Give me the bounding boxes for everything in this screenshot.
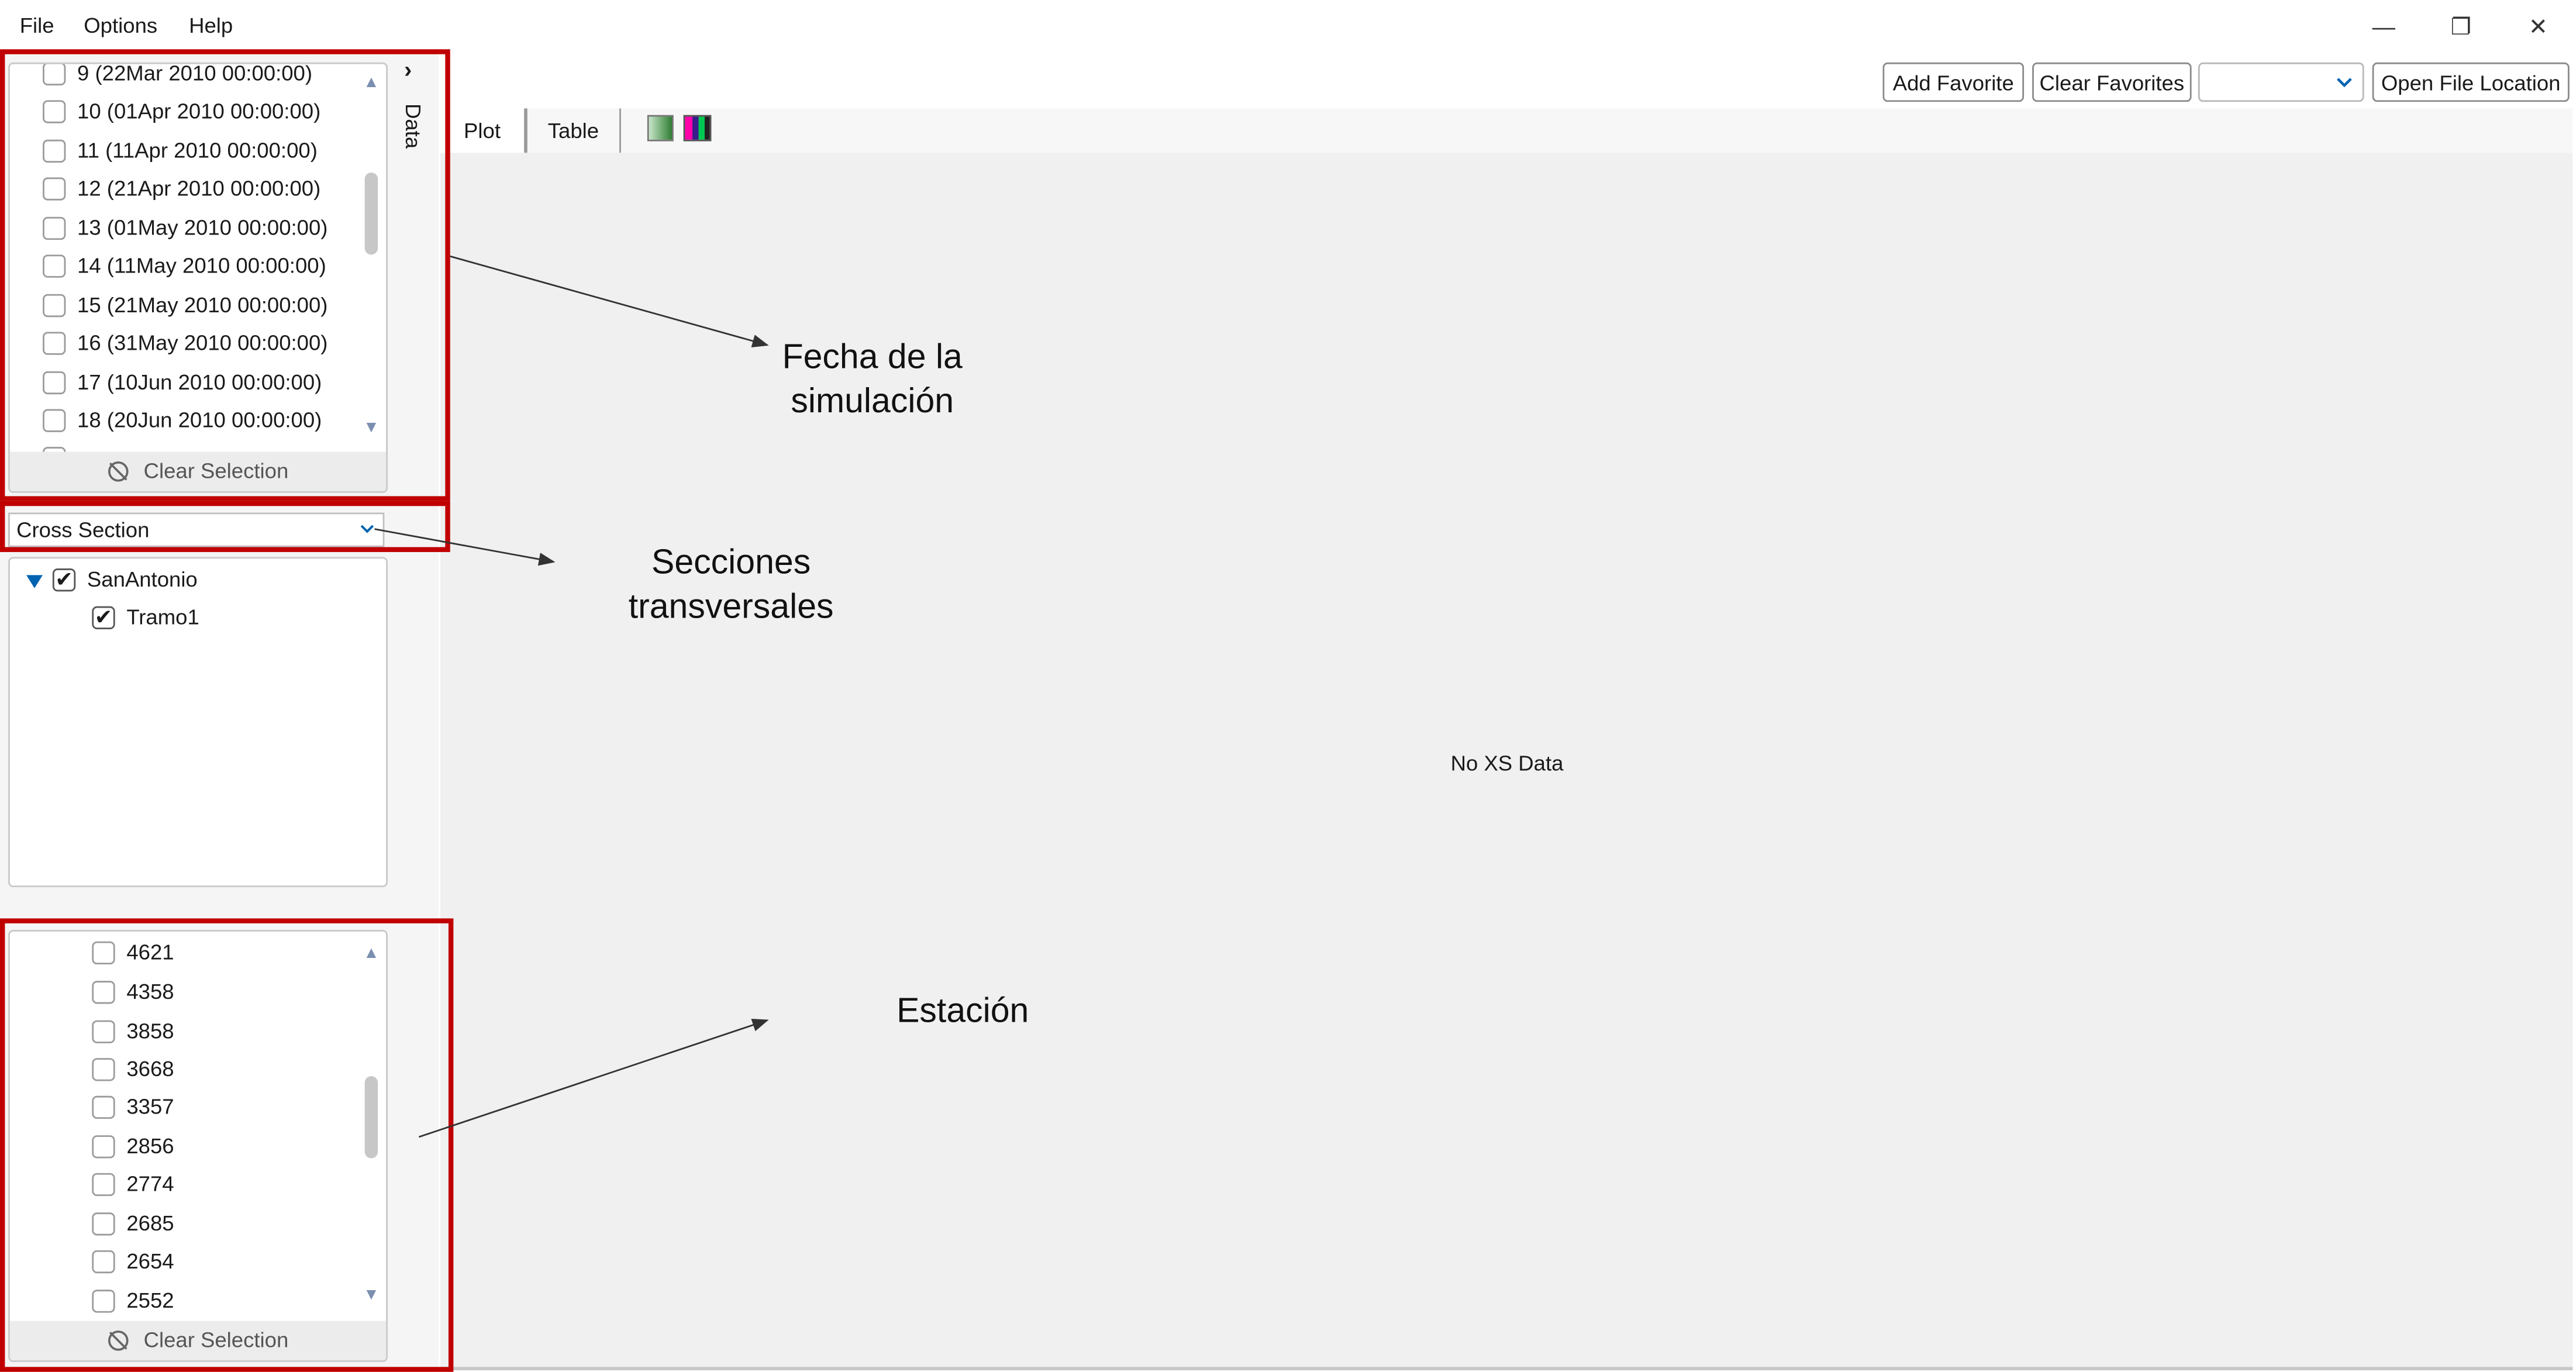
- annotation-fecha: Fecha de la simulación: [782, 338, 963, 421]
- arrow-secciones: [374, 528, 556, 566]
- arrow-fecha: [450, 255, 769, 347]
- annotation-estacion: Estación: [896, 992, 1029, 1030]
- annotation-arrows: [374, 255, 769, 1138]
- annotation-secciones: Secciones transversales: [628, 543, 834, 626]
- arrow-estacion: [418, 1018, 769, 1138]
- app-window: File Options Help — ❐ ✕ Add Favorite Cle…: [0, 0, 2576, 1372]
